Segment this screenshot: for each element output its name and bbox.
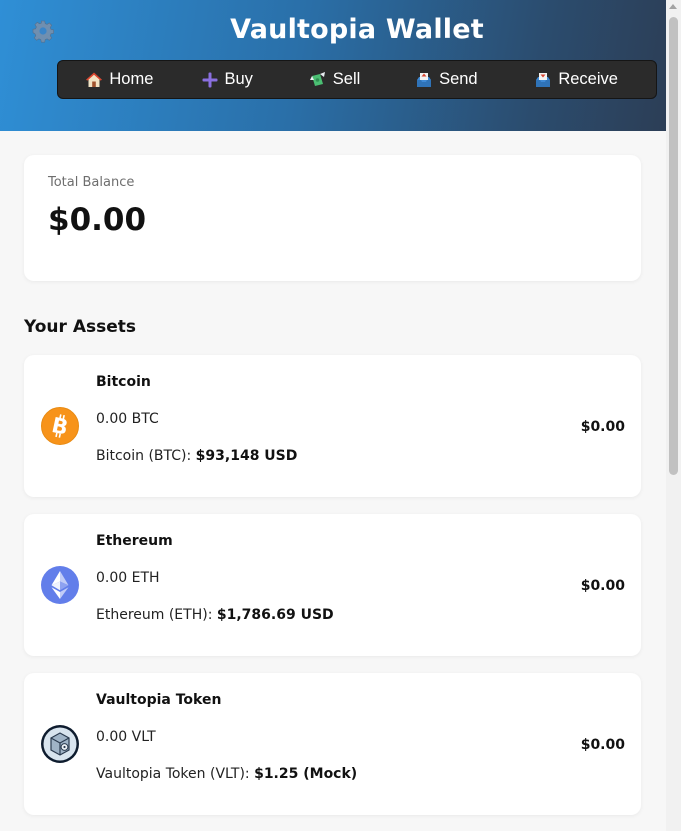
nav-home[interactable]: Home: [58, 61, 181, 98]
balance-label: Total Balance: [48, 175, 135, 190]
app-title: Vaultopia Wallet: [230, 14, 484, 45]
nav-send[interactable]: Send: [396, 61, 496, 98]
balance-card: Total Balance $0.00: [24, 155, 641, 281]
asset-price: Vaultopia Token (VLT): $1.25 (Mock): [96, 766, 357, 782]
asset-name: Vaultopia Token: [96, 692, 222, 708]
scroll-up-arrow-icon[interactable]: [669, 4, 677, 9]
app-header: Vaultopia Wallet Home Buy Sell Send Rece…: [0, 0, 666, 131]
asset-amount: 0.00 BTC: [96, 411, 159, 427]
nav-sell-label: Sell: [332, 70, 361, 88]
main-nav: Home Buy Sell Send Receive: [57, 60, 657, 99]
asset-price-label: Vaultopia Token (VLT):: [96, 766, 250, 782]
asset-amount: 0.00 ETH: [96, 570, 160, 586]
asset-price-label: Bitcoin (BTC):: [96, 448, 192, 464]
asset-name: Ethereum: [96, 533, 173, 549]
money-wings-icon: [309, 71, 327, 89]
nav-buy-label: Buy: [224, 70, 253, 88]
nav-receive-label: Receive: [558, 70, 618, 88]
scrollbar-thumb[interactable]: [669, 17, 678, 475]
asset-amount: 0.00 VLT: [96, 729, 156, 745]
assets-heading: Your Assets: [24, 317, 137, 337]
inbox-icon: [534, 71, 552, 89]
house-icon: [85, 71, 103, 89]
asset-card-vaultopia-token[interactable]: Vaultopia Token 0.00 VLT Vaultopia Token…: [24, 673, 641, 815]
asset-value: $0.00: [580, 737, 625, 753]
asset-price: Ethereum (ETH): $1,786.69 USD: [96, 607, 334, 623]
asset-price-label: Ethereum (ETH):: [96, 607, 213, 623]
page-scrollbar[interactable]: [666, 0, 681, 831]
bitcoin-icon: B: [40, 406, 80, 446]
nav-buy[interactable]: Buy: [181, 61, 273, 98]
nav-sell[interactable]: Sell: [273, 61, 397, 98]
asset-value: $0.00: [580, 578, 625, 594]
asset-price-value: $1,786.69 USD: [216, 607, 334, 623]
asset-price-value: $93,148 USD: [195, 448, 298, 464]
vault-token-icon: [40, 724, 80, 764]
asset-name: Bitcoin: [96, 374, 151, 390]
nav-send-label: Send: [439, 70, 478, 88]
nav-home-label: Home: [109, 70, 154, 88]
asset-value: $0.00: [580, 419, 625, 435]
plus-icon: [201, 71, 219, 89]
nav-receive[interactable]: Receive: [496, 61, 656, 98]
asset-price-value: $1.25 (Mock): [254, 766, 358, 782]
asset-card-ethereum[interactable]: Ethereum 0.00 ETH Ethereum (ETH): $1,786…: [24, 514, 641, 656]
outbox-icon: [415, 71, 433, 89]
ethereum-icon: [40, 565, 80, 605]
asset-card-bitcoin[interactable]: B Bitcoin 0.00 BTC Bitcoin (BTC): $93,14…: [24, 355, 641, 497]
balance-value: $0.00: [48, 202, 147, 238]
asset-price: Bitcoin (BTC): $93,148 USD: [96, 448, 297, 464]
